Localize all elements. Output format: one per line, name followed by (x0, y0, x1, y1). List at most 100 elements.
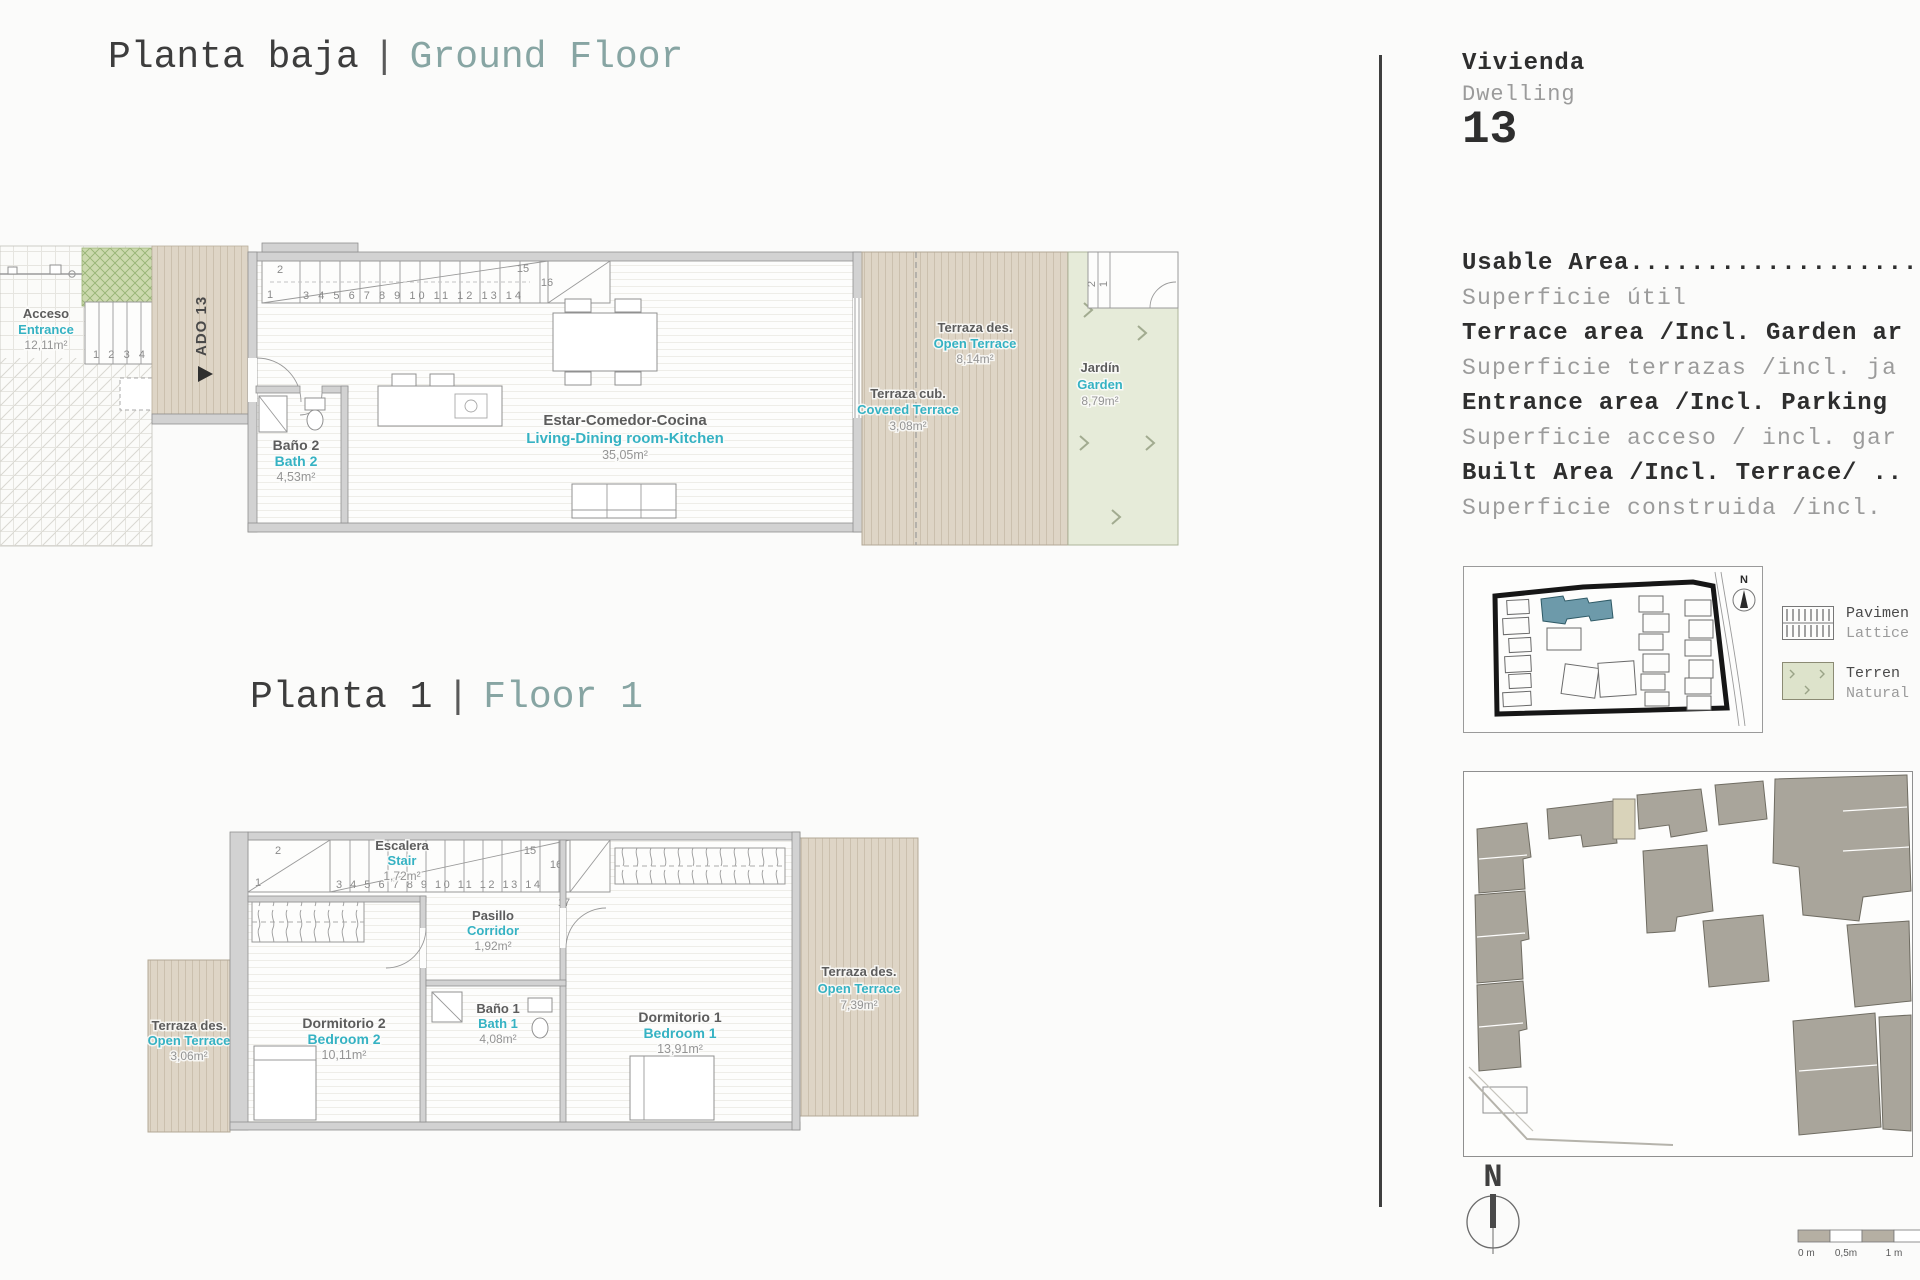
f1-terrace-right-en: Open Terrace (818, 981, 901, 996)
living-label-en: Living-Dining room-Kitchen (526, 430, 723, 447)
gf-building: 2 1 3 4 5 6 7 8 9 10 11 12 13 14 15 16 1… (247, 242, 863, 533)
f1-terrace-right: Terraza des. Open Terrace 7,39m² (799, 837, 919, 1117)
bath1-label-es: Baño 1 (476, 1001, 519, 1016)
gf-stair-1: 1 (267, 289, 273, 301)
bed-bedroom1 (629, 1055, 715, 1121)
ground-floor-title: Planta baja | Ground Floor (108, 36, 683, 79)
area-row-usable-en: Usable Area..................... (1462, 250, 1920, 277)
open-terrace-label-es: Terraza des. (938, 320, 1013, 335)
legend-swatch-lattice (1782, 606, 1834, 640)
scale-1m: 1 m (1886, 1248, 1903, 1259)
area-row-entrance-en: Entrance area /Incl. Parking (1462, 390, 1888, 417)
bath2-label-es: Baño 2 (273, 437, 320, 453)
sofa (571, 483, 677, 519)
large-site-plan-svg (1463, 771, 1913, 1157)
scale-bar: 0 m 0,5m 1 m (1797, 1229, 1920, 1259)
covered-terrace-label-en: Covered Terrace (857, 402, 959, 417)
corridor-label: Pasillo Corridor 1,92m² (466, 907, 521, 955)
corridor-label-es: Pasillo (472, 908, 514, 923)
plan-sheet: Planta baja | Ground Floor Planta 1 | Floor … (0, 0, 1920, 1280)
bath1-label-en: Bath 1 (478, 1016, 518, 1031)
legend-swatch-natural (1782, 662, 1834, 700)
f1-terrace-left: Terraza des. Open Terrace 3,06m² (146, 959, 232, 1133)
scale-05m: 0,5m (1835, 1248, 1857, 1259)
dwelling-label-es: Vivienda (1462, 50, 1586, 77)
bath2-label-area: 4,53m² (277, 470, 316, 484)
area-row-built-es: Superficie construida /incl. (1462, 495, 1883, 521)
garden-label: Jardín Garden 8,79m² (1076, 359, 1125, 410)
bedroom1-label-es: Dormitorio 1 (638, 1009, 721, 1025)
bath1-label: Baño 1 Bath 1 4,08m² (475, 1000, 521, 1048)
entrance-label-es: Acceso (23, 306, 69, 321)
living-label-area: 35,05m² (602, 448, 648, 462)
open-terrace-label-en: Open Terrace (934, 336, 1017, 351)
bedroom2-label-area: 10,11m² (322, 1048, 367, 1062)
gf-stair-16: 16 (541, 277, 553, 289)
shed-step-1: 1 (1098, 281, 1110, 287)
gf-terrace: Terraza des. Open Terrace 8,14m² Terraza… (856, 251, 1069, 546)
bedroom2-label-en: Bedroom 2 (307, 1031, 380, 1047)
large-site-highlighted-unit (1612, 798, 1636, 840)
open-terrace-label-area: 8,14m² (956, 352, 993, 366)
living-label-es: Estar-Comedor-Cocina (543, 412, 707, 429)
first-floor-title-es: Planta 1 (250, 676, 433, 719)
garden-label-area: 8,79m² (1081, 394, 1118, 408)
bedroom1-label-area: 13,91m² (657, 1042, 703, 1056)
f1-stair-label-area: 1,72m² (383, 869, 420, 883)
ground-floor-title-es: Planta baja (108, 36, 359, 79)
legend-lattice-en: Lattice (1846, 625, 1910, 642)
panel-divider (1379, 55, 1382, 1207)
bedroom2-label-es: Dormitorio 2 (302, 1015, 385, 1031)
f1-terrace-left-en: Open Terrace (148, 1033, 231, 1048)
bed-bedroom2 (253, 1045, 317, 1121)
bedroom1-label-en: Bedroom 1 (643, 1025, 716, 1041)
first-floor-plan-svg: Terraza des. Open Terrace 3,06m² Terraza… (146, 831, 919, 1133)
f1-stair-1: 1 (255, 877, 261, 889)
area-row-terrace-es: Superficie terrazas /incl. ja (1462, 355, 1898, 381)
f1-stair-2: 2 (275, 845, 281, 857)
gf-stair-15: 15 (517, 263, 529, 275)
bath2-label-en: Bath 2 (275, 453, 318, 469)
corridor-label-area: 1,92m² (474, 939, 511, 953)
f1-terrace-left-area: 3,06m² (170, 1049, 207, 1063)
gf-garden: Jardín Garden 8,79m² 2 1 (1067, 251, 1179, 546)
scale-0m: 0 m (1798, 1248, 1815, 1259)
legend: Pavimen Lattice Terren Natural (1782, 604, 1920, 724)
f1-stair-label-es: Escalera (375, 838, 429, 853)
title-separator-2: | (446, 676, 470, 719)
covered-terrace-label-area: 3,08m² (889, 419, 926, 433)
site-compass-n: N (1740, 574, 1748, 586)
entrance-label-en: Entrance (18, 322, 74, 337)
area-list: Usable Area..................... Superfi… (1462, 246, 1920, 526)
ado-strip: ADO 13 (151, 245, 249, 425)
garden-label-es: Jardín (1080, 360, 1119, 375)
entry-steps: 1 2 3 4 (84, 301, 153, 365)
garden-shed: 2 1 (1086, 251, 1179, 309)
f1-terrace-right-es: Terraza des. (822, 964, 897, 979)
f1-terrace-left-es: Terraza des. (152, 1018, 227, 1033)
title-separator: | (372, 36, 396, 79)
green-lattice-paving (81, 247, 153, 307)
dwelling-number: 13 (1462, 104, 1518, 156)
small-site-plan-svg: N (1463, 566, 1763, 733)
legend-natural-es: Terren (1846, 665, 1901, 682)
north-compass: N (1466, 1160, 1520, 1254)
ado-label: ADO 13 (193, 296, 210, 356)
shed-step-2: 2 (1086, 281, 1098, 287)
compass-n-label: N (1483, 1160, 1502, 1196)
f1-building: 1 2 3 4 5 6 7 8 9 10 11 12 13 14 15 16 1… (229, 831, 801, 1131)
covered-terrace-label-es: Terraza cub. (870, 386, 946, 401)
bath2-label: Baño 2 Bath 2 4,53m² (271, 436, 321, 486)
ground-floor-plan-svg: 1 2 3 4 Acceso Entrance 12,11m² ADO 13 2… (0, 242, 1179, 547)
f1-stair-15: 15 (524, 845, 536, 857)
area-row-built-en: Built Area /Incl. Terrace/ .. (1462, 460, 1903, 487)
area-row-usable-es: Superficie útil (1462, 285, 1688, 311)
corridor-label-en: Corridor (467, 923, 519, 938)
ground-floor-title-en: Ground Floor (409, 36, 684, 79)
area-row-entrance-es: Superficie acceso / incl. gar (1462, 425, 1898, 451)
entrance-label: Acceso Entrance 12,11m² (17, 305, 76, 354)
f1-stair-label-en: Stair (388, 853, 417, 868)
entrance-label-area: 12,11m² (24, 338, 67, 352)
first-floor-title: Planta 1 | Floor 1 (250, 676, 643, 719)
legend-lattice-es: Pavimen (1846, 605, 1910, 622)
